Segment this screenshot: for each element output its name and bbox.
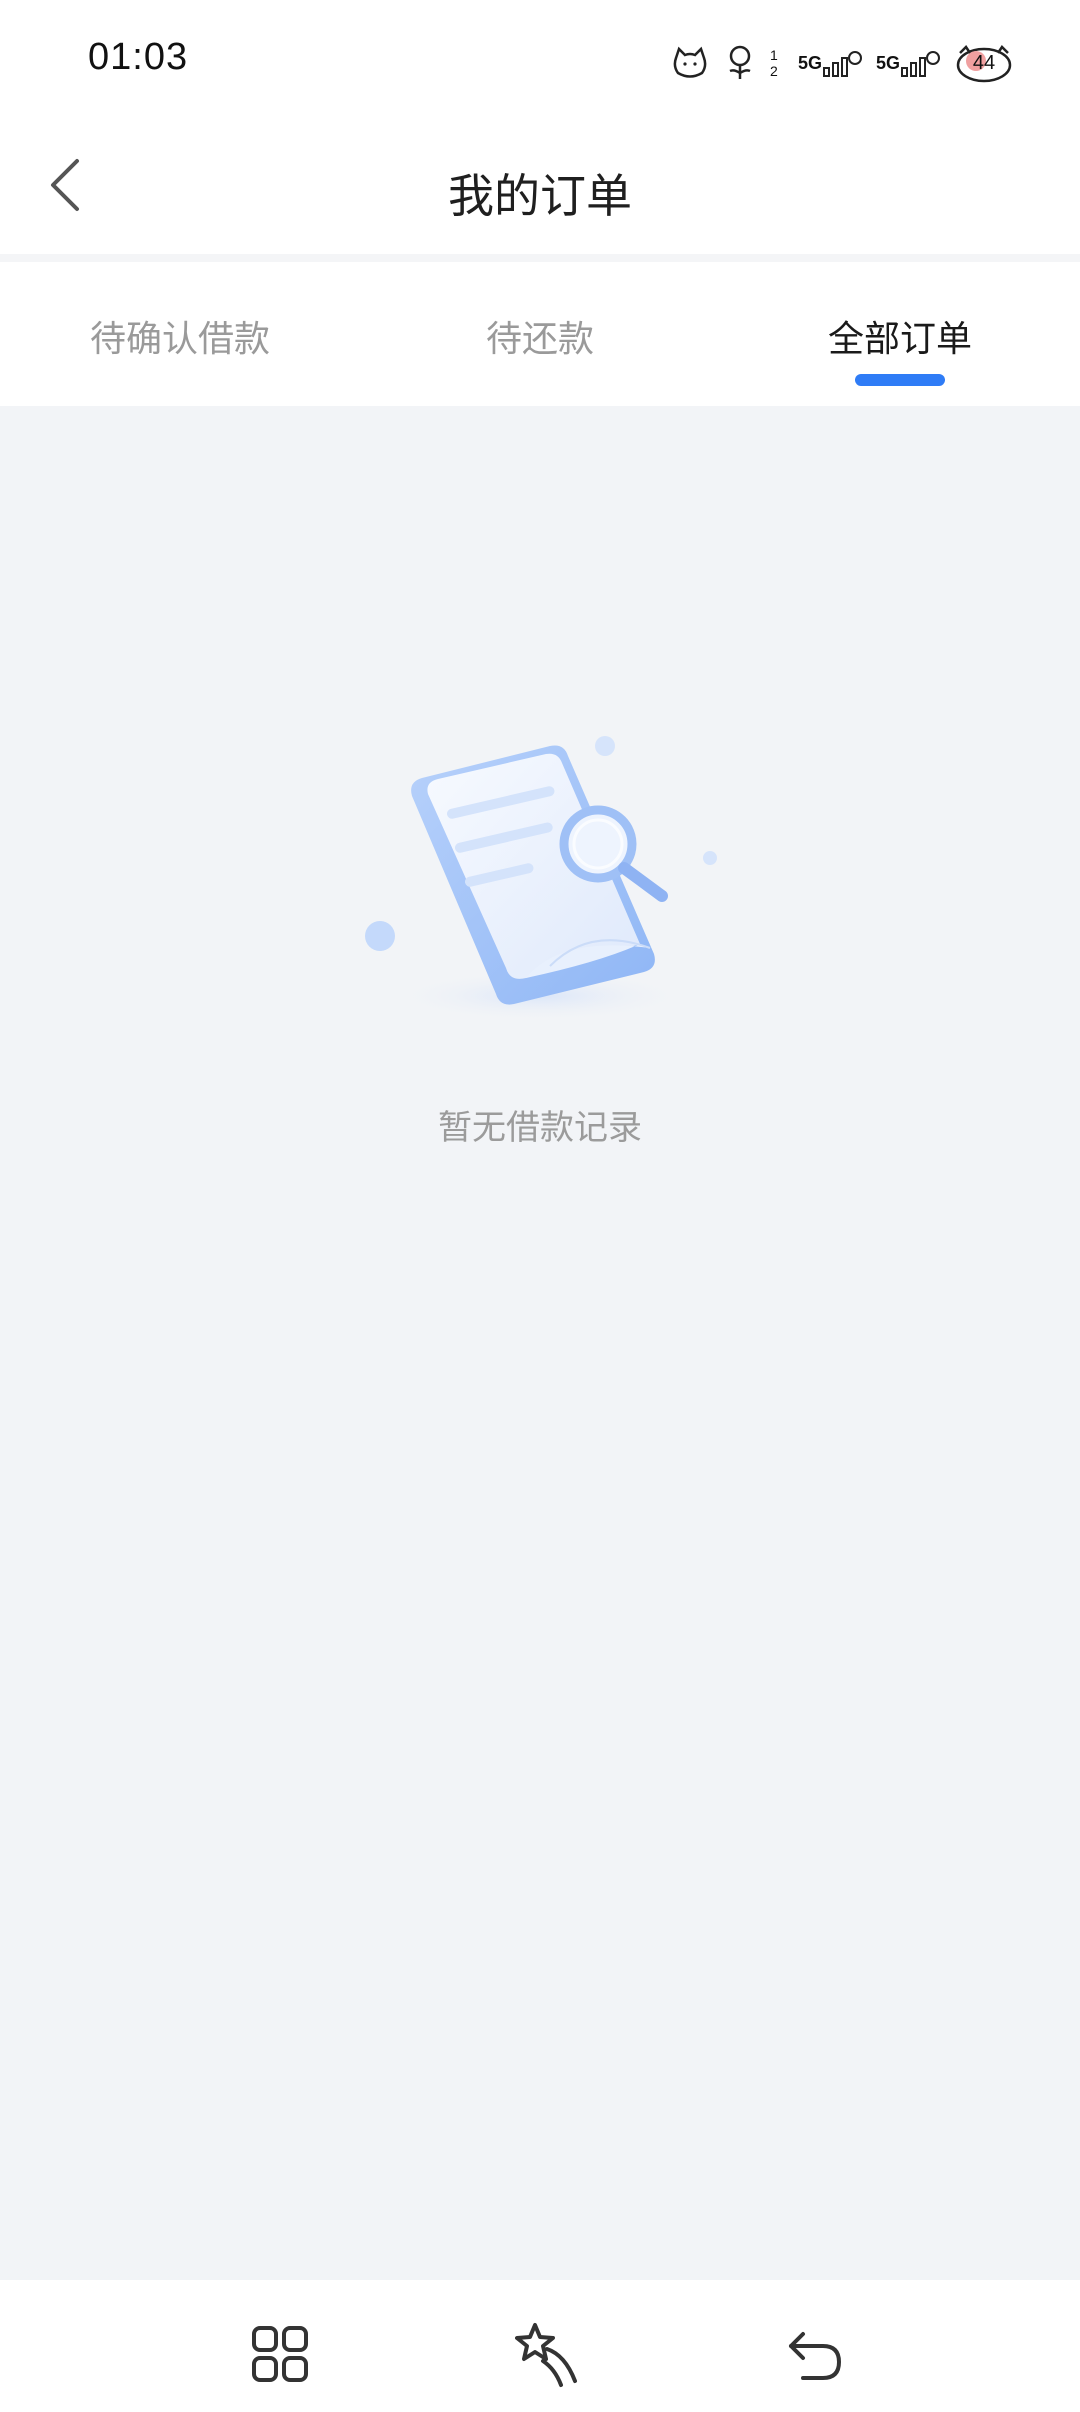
network-2-label: 5G xyxy=(875,52,900,73)
recents-button[interactable] xyxy=(240,2314,320,2394)
status-icons: 1 2 5G 5G 44 xyxy=(670,38,1014,88)
order-list-area: 暂无借款记录 xyxy=(0,406,1080,2280)
cat-face-icon xyxy=(670,46,710,80)
back-nav-button[interactable] xyxy=(775,2314,855,2394)
home-button[interactable] xyxy=(510,2314,590,2394)
empty-state-message: 暂无借款记录 xyxy=(438,1108,642,1148)
tab-pending-repay[interactable]: 待还款 xyxy=(390,310,690,362)
tab-all-orders[interactable]: 全部订单 xyxy=(750,310,1050,362)
flower-sim-icon xyxy=(724,45,756,81)
signal-5g-2: 5G xyxy=(876,48,940,78)
tab-pending-confirm[interactable]: 待确认借款 xyxy=(30,310,330,362)
signal-5g-1: 5G xyxy=(798,48,862,78)
active-tab-indicator xyxy=(855,374,945,386)
document-search-illustration xyxy=(350,726,730,1056)
sim-slots: 1 2 xyxy=(769,47,778,79)
shooting-star-icon xyxy=(515,2323,577,2387)
order-tabs: 待确认借款 待还款 全部订单 xyxy=(0,270,1080,406)
battery-level: 44 xyxy=(972,51,996,74)
header: 我的订单 xyxy=(0,120,1080,262)
battery-icon: 44 xyxy=(954,43,1014,83)
network-1-label: 5G xyxy=(797,52,822,73)
undo-arrow-icon xyxy=(789,2332,842,2380)
grid-icon xyxy=(252,2326,308,2382)
page-title: 我的订单 xyxy=(448,169,632,223)
status-bar: 01:03 1 2 5G 5G 44 xyxy=(0,0,1080,120)
status-time: 01:03 xyxy=(88,36,189,78)
system-nav-bar xyxy=(0,2280,1080,2412)
